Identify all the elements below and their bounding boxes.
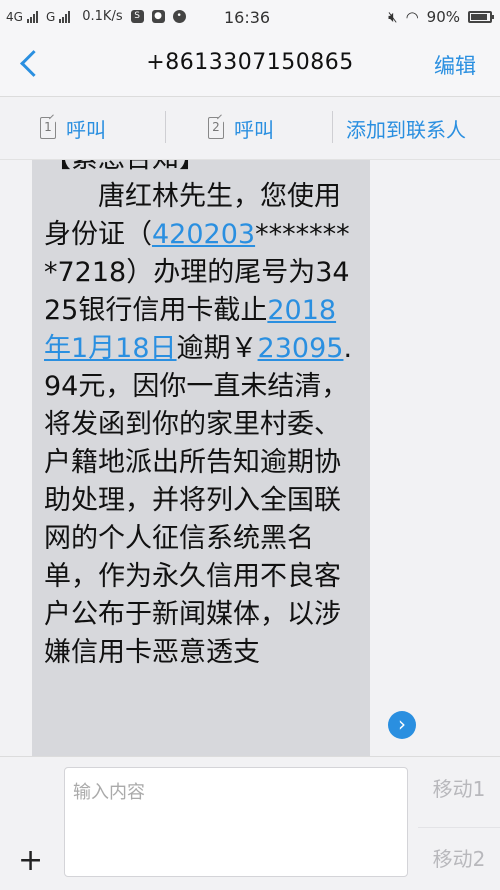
edit-button[interactable]: 编辑: [434, 50, 476, 80]
action-bar: 1 呼叫 2 呼叫 添加到联系人: [0, 97, 500, 160]
signal-icon: [26, 10, 38, 23]
message-input[interactable]: 输入内容: [64, 767, 408, 877]
battery-icon: [468, 11, 494, 23]
network-type-2: G: [45, 9, 56, 24]
status-left: 4G G 0.1K/s S ● •: [6, 9, 186, 24]
notification-s-icon: S: [130, 10, 144, 23]
contact-number-title: +8613307150865: [146, 50, 354, 75]
notification-chat-icon: •: [172, 10, 186, 23]
network-type-1: 4G: [6, 9, 23, 24]
notification-app-icon: ●: [151, 10, 165, 23]
nav-bar: +8613307150865 编辑: [0, 34, 500, 97]
sim-card-2-icon: 2: [208, 117, 224, 139]
battery-percent: 90%: [426, 8, 460, 26]
call-sim1-label: 呼叫: [66, 117, 106, 142]
message-bubble[interactable]: 【紧急告知】 唐红林先生，您使用身份证（420203********7218）办…: [32, 160, 370, 756]
message-part-4: .94元，因你一直未结清，将发函到你的家里村委、户籍地派出所告知逾期协助处理，并…: [44, 333, 353, 668]
id-number-link[interactable]: 420203: [152, 219, 255, 250]
wifi-icon: ◠: [405, 8, 419, 26]
expand-message-icon[interactable]: ›: [388, 711, 416, 739]
signal-icon: [59, 10, 71, 23]
divider: [165, 111, 166, 143]
call-sim1-button[interactable]: 1 呼叫: [40, 114, 106, 142]
call-sim2-button[interactable]: 2 呼叫: [208, 114, 274, 142]
compose-bar: + 输入内容 移动1 移动2: [0, 756, 500, 890]
message-input-placeholder: 输入内容: [73, 782, 145, 803]
message-text: 【紧急告知】 唐红林先生，您使用身份证（420203********7218）办…: [44, 160, 360, 672]
mute-icon: 🔇︎: [388, 8, 398, 26]
amount-link[interactable]: 23095: [258, 333, 344, 364]
call-sim2-label: 呼叫: [234, 117, 274, 142]
send-sim1-button[interactable]: 移动1: [418, 763, 500, 825]
divider: [332, 111, 333, 143]
status-right: 🔇︎ ◠ 90%: [388, 8, 494, 26]
message-part-3: 逾期￥: [176, 333, 258, 364]
sim-card-1-icon: 1: [40, 117, 56, 139]
send-sim2-button[interactable]: 移动2: [418, 827, 500, 890]
clock: 16:36: [224, 8, 271, 27]
add-attachment-button[interactable]: +: [18, 843, 43, 878]
status-bar: 4G G 0.1K/s S ● • 16:36 🔇︎ ◠ 90%: [0, 0, 500, 34]
network-speed: 0.1K/s: [82, 9, 123, 24]
message-area[interactable]: 【紧急告知】 唐红林先生，您使用身份证（420203********7218）办…: [0, 160, 500, 756]
add-to-contacts-button[interactable]: 添加到联系人: [346, 114, 466, 142]
message-heading: 【紧急告知】: [44, 160, 206, 174]
